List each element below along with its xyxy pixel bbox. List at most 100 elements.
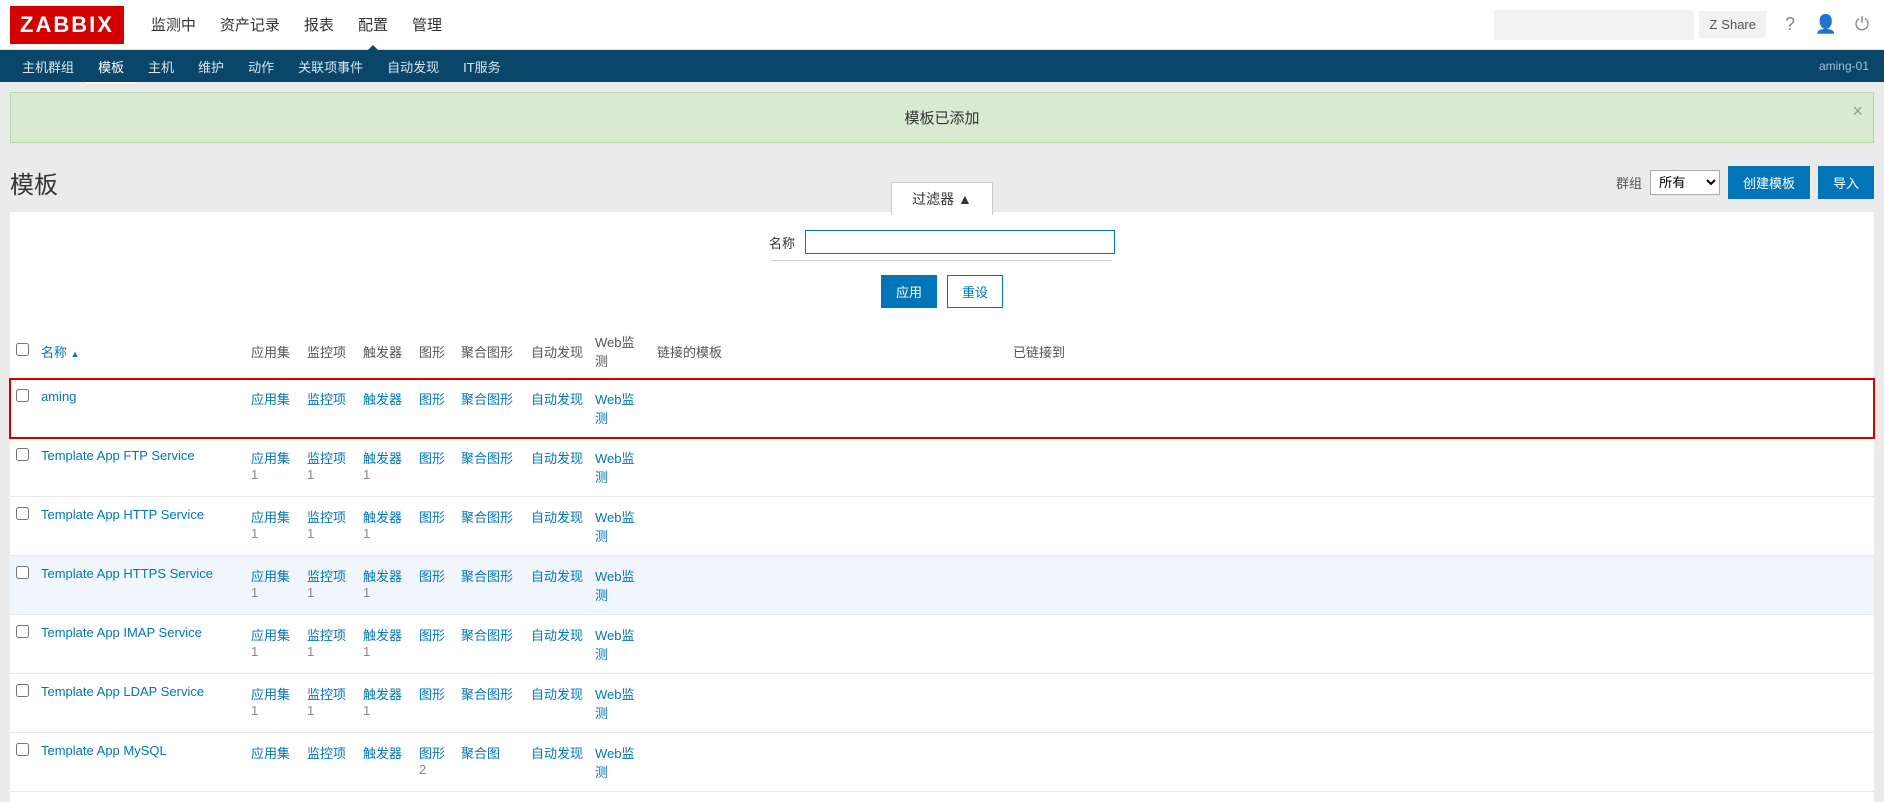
graphs-link[interactable]: 图形: [419, 687, 445, 702]
template-name-link[interactable]: Template App HTTPS Service: [41, 566, 213, 581]
row-checkbox[interactable]: [16, 389, 29, 402]
row-checkbox[interactable]: [16, 625, 29, 638]
col-name[interactable]: 名称 ▲: [35, 324, 245, 379]
triggers-link[interactable]: 触发器: [363, 628, 402, 643]
applications-link[interactable]: 应用集: [251, 392, 290, 407]
col-triggers: 触发器: [357, 324, 413, 379]
triggers-link[interactable]: 触发器: [363, 569, 402, 584]
graphs-link[interactable]: 图形: [419, 392, 445, 407]
discovery-link[interactable]: 自动发现: [531, 569, 583, 584]
graphs-link[interactable]: 图形: [419, 746, 445, 761]
triggers-link[interactable]: 触发器: [363, 687, 402, 702]
applications-link[interactable]: 应用集: [251, 510, 290, 525]
table-row: Template App HTTPS Service应用集 1监控项 1触发器 …: [10, 556, 1874, 615]
discovery-link[interactable]: 自动发现: [531, 628, 583, 643]
filter-toggle[interactable]: 过滤器 ▲: [891, 182, 993, 215]
template-name-link[interactable]: Template App IMAP Service: [41, 625, 202, 640]
discovery-link[interactable]: 自动发现: [531, 687, 583, 702]
web-link[interactable]: Web监测: [595, 392, 635, 426]
discovery-link[interactable]: 自动发现: [531, 451, 583, 466]
sub-nav-item[interactable]: 模板: [86, 49, 136, 84]
top-menu-item[interactable]: 配置: [346, 0, 400, 50]
items-link[interactable]: 监控项: [307, 510, 346, 525]
screens-link[interactable]: 聚合图形: [461, 687, 513, 702]
select-all-checkbox[interactable]: [16, 343, 29, 356]
triggers-link[interactable]: 触发器: [363, 451, 402, 466]
sub-nav-item[interactable]: 动作: [236, 49, 286, 84]
share-button[interactable]: ZShare: [1699, 11, 1766, 38]
row-checkbox[interactable]: [16, 448, 29, 461]
graphs-link[interactable]: 图形: [419, 628, 445, 643]
filter-reset-button[interactable]: 重设: [947, 275, 1003, 308]
screens-link[interactable]: 聚合图形: [461, 392, 513, 407]
items-link[interactable]: 监控项: [307, 569, 346, 584]
table-row: Template App LDAP Service应用集 1监控项 1触发器 1…: [10, 674, 1874, 733]
sub-nav-item[interactable]: 主机群组: [10, 49, 86, 84]
col-applications: 应用集: [245, 324, 301, 379]
template-name-link[interactable]: Template App HTTP Service: [41, 507, 204, 522]
logo[interactable]: ZABBIX: [10, 6, 124, 44]
items-link[interactable]: 监控项: [307, 687, 346, 702]
discovery-link[interactable]: 自动发现: [531, 510, 583, 525]
filter-apply-button[interactable]: 应用: [881, 275, 937, 308]
template-name-link[interactable]: aming: [41, 389, 76, 404]
discovery-link[interactable]: 自动发现: [531, 392, 583, 407]
graphs-link[interactable]: 图形: [419, 451, 445, 466]
applications-link[interactable]: 应用集: [251, 687, 290, 702]
screens-link[interactable]: 聚合图: [461, 746, 500, 761]
close-icon[interactable]: ×: [1852, 101, 1863, 122]
sub-nav-item[interactable]: 维护: [186, 49, 236, 84]
create-template-button[interactable]: 创建模板: [1728, 166, 1810, 199]
filter-name-input[interactable]: [805, 230, 1115, 254]
triggers-link[interactable]: 触发器: [363, 510, 402, 525]
user-icon[interactable]: 👤: [1814, 14, 1838, 35]
top-menu-item[interactable]: 监测中: [139, 0, 208, 50]
web-link[interactable]: Web监测: [595, 510, 635, 544]
host-label: aming-01: [1819, 59, 1874, 73]
help-icon[interactable]: ?: [1778, 14, 1802, 35]
items-link[interactable]: 监控项: [307, 628, 346, 643]
sub-nav-item[interactable]: IT服务: [451, 49, 513, 84]
items-link[interactable]: 监控项: [307, 451, 346, 466]
screens-link[interactable]: 聚合图形: [461, 510, 513, 525]
template-name-link[interactable]: Template App MySQL: [41, 743, 167, 758]
import-button[interactable]: 导入: [1818, 166, 1874, 199]
web-link[interactable]: Web监测: [595, 451, 635, 485]
group-select[interactable]: 所有: [1650, 170, 1720, 195]
row-checkbox[interactable]: [16, 684, 29, 697]
applications-link[interactable]: 应用集: [251, 451, 290, 466]
triggers-link[interactable]: 触发器: [363, 746, 402, 761]
row-checkbox[interactable]: [16, 566, 29, 579]
web-link[interactable]: Web监测: [595, 569, 635, 603]
items-link[interactable]: 监控项: [307, 746, 346, 761]
sub-nav-item[interactable]: 主机: [136, 49, 186, 84]
sub-nav-item[interactable]: 自动发现: [375, 49, 451, 84]
graphs-link[interactable]: 图形: [419, 569, 445, 584]
row-checkbox[interactable]: [16, 743, 29, 756]
power-icon[interactable]: ⏻: [1850, 14, 1874, 35]
top-menu-item[interactable]: 管理: [400, 0, 454, 50]
screens-link[interactable]: 聚合图形: [461, 451, 513, 466]
graphs-link[interactable]: 图形: [419, 510, 445, 525]
discovery-link[interactable]: 自动发现: [531, 746, 583, 761]
applications-link[interactable]: 应用集: [251, 746, 290, 761]
triggers-link[interactable]: 触发器: [363, 392, 402, 407]
web-link[interactable]: Web监测: [595, 628, 635, 662]
template-name-link[interactable]: Template App FTP Service: [41, 448, 195, 463]
sub-nav-item[interactable]: 关联项事件: [286, 49, 375, 84]
row-checkbox[interactable]: [16, 507, 29, 520]
web-link[interactable]: Web监测: [595, 687, 635, 721]
applications-link[interactable]: 应用集: [251, 569, 290, 584]
top-nav: ZABBIX 监测中资产记录报表配置管理 🔍 ZShare ? 👤 ⏻: [0, 0, 1884, 50]
col-web: Web监测: [589, 324, 651, 379]
template-name-link[interactable]: Template App LDAP Service: [41, 684, 204, 699]
top-menu-item[interactable]: 资产记录: [208, 0, 292, 50]
top-menu-item[interactable]: 报表: [292, 0, 346, 50]
screens-link[interactable]: 聚合图形: [461, 569, 513, 584]
screens-link[interactable]: 聚合图形: [461, 628, 513, 643]
header-actions: 群组 所有 创建模板 导入: [1616, 166, 1874, 199]
items-link[interactable]: 监控项: [307, 392, 346, 407]
web-link[interactable]: Web监测: [595, 746, 635, 780]
applications-link[interactable]: 应用集: [251, 628, 290, 643]
search-input[interactable]: [1494, 10, 1694, 40]
